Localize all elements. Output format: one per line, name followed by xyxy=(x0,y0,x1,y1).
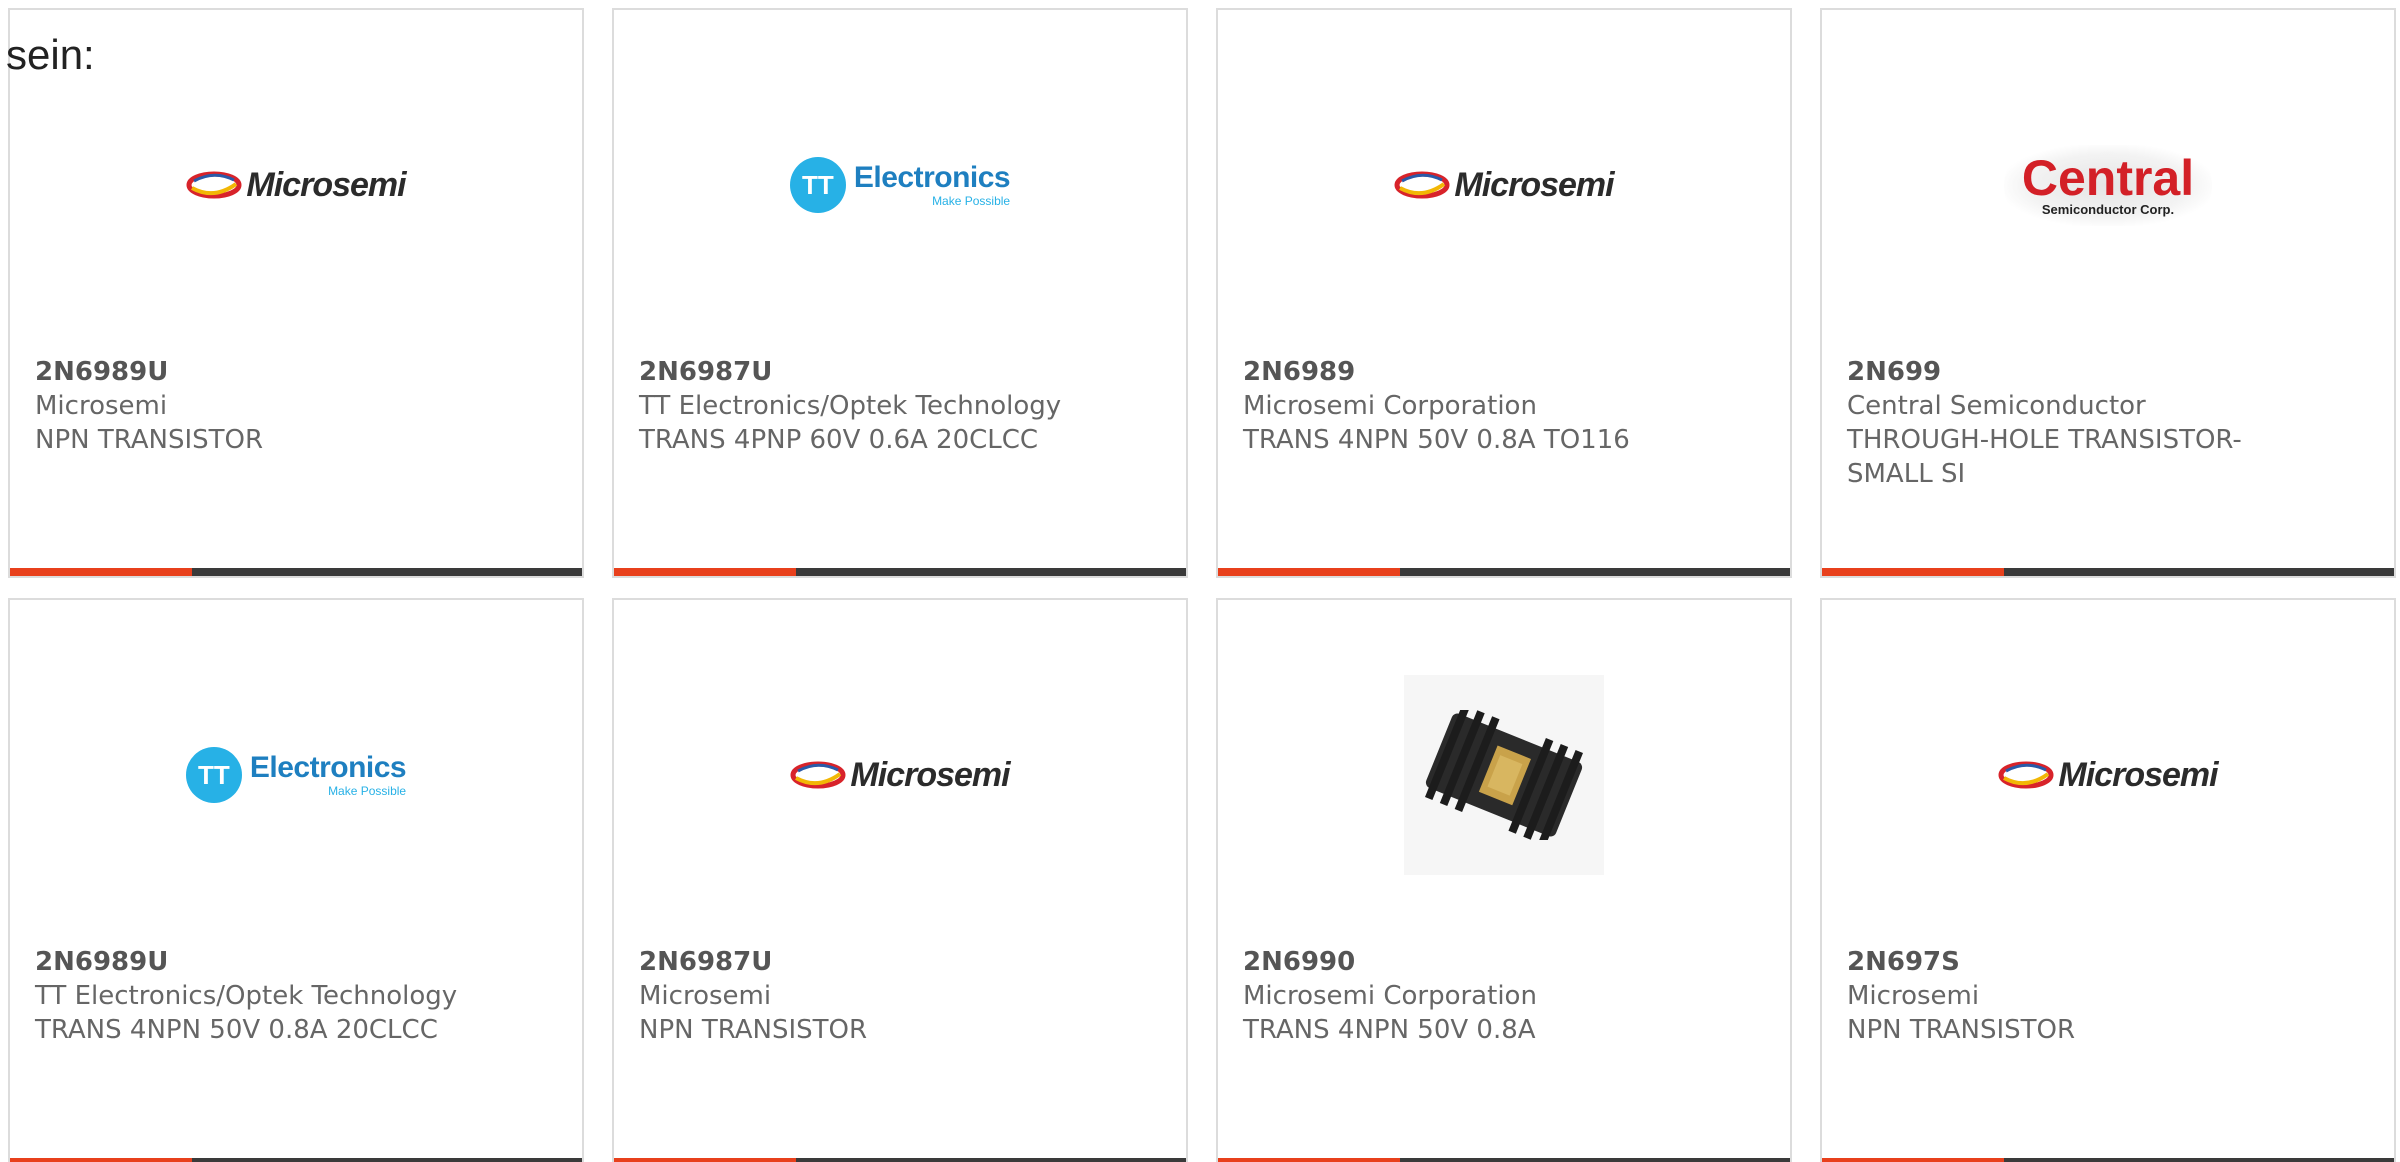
card-bottom-bar xyxy=(1822,568,2394,576)
central-semiconductor-logo: Central Semiconductor Corp. xyxy=(2003,144,2213,226)
manufacturer: Microsemi Corporation xyxy=(1243,981,1537,1011)
logo-area: Central Semiconductor Corp. xyxy=(1822,100,2394,270)
part-number[interactable]: 2N6989 xyxy=(1243,355,1765,389)
product-card[interactable]: TT Electronics Make Possible 2N6987U TT … xyxy=(612,8,1188,578)
logo-area: Microsemi xyxy=(10,100,582,270)
bar-accent xyxy=(614,1158,796,1162)
logo-area: TT Electronics Make Possible xyxy=(10,690,582,860)
microsemi-logo: Microsemi xyxy=(1394,165,1615,205)
logo-area: TT Electronics Make Possible xyxy=(614,100,1186,270)
manufacturer: Microsemi xyxy=(35,391,168,421)
part-number[interactable]: 2N6989U xyxy=(35,945,557,979)
manufacturer: Microsemi xyxy=(639,981,772,1011)
microsemi-swirl-icon xyxy=(1394,171,1450,199)
manufacturer: TT Electronics/Optek Technology xyxy=(35,981,458,1011)
product-info: 2N6989 Microsemi Corporation TRANS 4NPN … xyxy=(1243,355,1765,457)
description: THROUGH-HOLE TRANSISTOR-SMALL SI xyxy=(1847,425,2242,489)
description: TRANS 4NPN 50V 0.8A xyxy=(1243,1015,1536,1045)
product-card[interactable]: Central Semiconductor Corp. 2N699 Centra… xyxy=(1820,8,2396,578)
tt-circle-icon: TT xyxy=(185,747,242,803)
card-bottom-bar xyxy=(1218,568,1790,576)
product-card[interactable]: TT Electronics Make Possible 2N6989U TT … xyxy=(8,598,584,1162)
product-card[interactable]: Microsemi 2N6989 Microsemi Corporation T… xyxy=(1216,8,1792,578)
page-heading: sein: xyxy=(6,31,95,78)
bar-accent xyxy=(614,568,796,576)
card-bottom-bar xyxy=(1822,1158,2394,1162)
tt-electronics-logo: TT Electronics Make Possible xyxy=(789,157,1011,213)
description: NPN TRANSISTOR xyxy=(35,425,264,455)
microsemi-logo: Microsemi xyxy=(1998,755,2219,795)
bar-accent xyxy=(10,568,192,576)
microsemi-logo: Microsemi xyxy=(790,755,1011,795)
tt-circle-icon: TT xyxy=(789,157,846,213)
part-number[interactable]: 2N6989U xyxy=(35,355,557,389)
logo-tagline: Make Possible xyxy=(328,784,407,798)
part-number[interactable]: 2N699 xyxy=(1847,355,2244,389)
product-grid-page: sein: Microsemi 2N6989U Microsemi NPN TR… xyxy=(0,0,2400,1162)
product-card[interactable]: Microsemi 2N6987U Microsemi NPN TRANSIST… xyxy=(612,598,1188,1162)
description: TRANS 4NPN 50V 0.8A TO116 xyxy=(1243,425,1630,455)
product-info: 2N6987U Microsemi NPN TRANSISTOR xyxy=(639,945,1161,1047)
manufacturer: Microsemi xyxy=(1847,981,1980,1011)
part-number[interactable]: 2N697S xyxy=(1847,945,2369,979)
microsemi-swirl-icon xyxy=(186,171,242,199)
card-bottom-bar xyxy=(614,568,1186,576)
bar-accent xyxy=(1218,1158,1400,1162)
logo-area xyxy=(1218,675,1790,875)
product-card[interactable]: Microsemi 2N697S Microsemi NPN TRANSISTO… xyxy=(1820,598,2396,1162)
logo-subtext: Semiconductor Corp. xyxy=(2041,201,2175,217)
logo-tagline: Make Possible xyxy=(932,194,1011,208)
logo-text: Microsemi xyxy=(850,755,1010,794)
description: NPN TRANSISTOR xyxy=(1847,1015,2076,1045)
microsemi-swirl-icon xyxy=(1998,761,2054,789)
card-bottom-bar xyxy=(10,568,582,576)
logo-text: Microsemi xyxy=(246,165,406,204)
tt-electronics-logo: TT Electronics Make Possible xyxy=(185,747,407,803)
logo-text: Central xyxy=(2021,149,2195,206)
chip-package-icon xyxy=(1425,710,1583,840)
product-info: 2N697S Microsemi NPN TRANSISTOR xyxy=(1847,945,2369,1047)
logo-area: Microsemi xyxy=(1822,690,2394,860)
manufacturer: Central Semiconductor xyxy=(1847,391,2146,421)
product-card[interactable]: Microsemi 2N6989U Microsemi NPN TRANSIST… xyxy=(8,8,584,578)
chip-package-image xyxy=(1404,675,1604,875)
manufacturer: Microsemi Corporation xyxy=(1243,391,1537,421)
part-number[interactable]: 2N6990 xyxy=(1243,945,1765,979)
description: TRANS 4NPN 50V 0.8A 20CLCC xyxy=(35,1015,438,1045)
part-number[interactable]: 2N6987U xyxy=(639,945,1161,979)
product-info: 2N6990 Microsemi Corporation TRANS 4NPN … xyxy=(1243,945,1765,1047)
logo-area: Microsemi xyxy=(1218,100,1790,270)
logo-text: Microsemi xyxy=(1454,165,1614,204)
microsemi-logo: Microsemi xyxy=(186,165,407,205)
product-card[interactable]: 2N6990 Microsemi Corporation TRANS 4NPN … xyxy=(1216,598,1792,1162)
logo-text: Electronics xyxy=(249,751,407,784)
part-number[interactable]: 2N6987U xyxy=(639,355,1161,389)
product-info: 2N6987U TT Electronics/Optek Technology … xyxy=(639,355,1161,457)
logo-text: Microsemi xyxy=(2058,755,2218,794)
bar-accent xyxy=(1218,568,1400,576)
card-bottom-bar xyxy=(10,1158,582,1162)
bar-accent xyxy=(10,1158,192,1162)
description: NPN TRANSISTOR xyxy=(639,1015,868,1045)
product-info: 2N6989U TT Electronics/Optek Technology … xyxy=(35,945,557,1047)
product-info: 2N6989U Microsemi NPN TRANSISTOR xyxy=(35,355,557,457)
card-bottom-bar xyxy=(1218,1158,1790,1162)
logo-area: Microsemi xyxy=(614,690,1186,860)
card-bottom-bar xyxy=(614,1158,1186,1162)
product-info: 2N699 Central Semiconductor THROUGH-HOLE… xyxy=(1847,355,2244,491)
bar-accent xyxy=(1822,1158,2004,1162)
description: TRANS 4PNP 60V 0.6A 20CLCC xyxy=(639,425,1039,455)
manufacturer: TT Electronics/Optek Technology xyxy=(639,391,1062,421)
microsemi-swirl-icon xyxy=(790,761,846,789)
bar-accent xyxy=(1822,568,2004,576)
logo-text: Electronics xyxy=(853,161,1011,194)
